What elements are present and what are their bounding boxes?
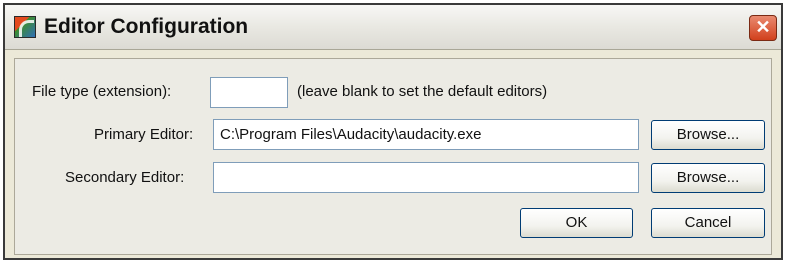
dialog-window: Editor Configuration ✕ File type (extens…	[3, 3, 783, 260]
file-type-input[interactable]	[210, 77, 288, 108]
file-type-hint: (leave blank to set the default editors)	[297, 83, 548, 100]
close-button[interactable]: ✕	[749, 15, 777, 41]
primary-editor-input[interactable]: C:\Program Files\Audacity\audacity.exe	[213, 119, 639, 150]
ok-button[interactable]: OK	[520, 208, 633, 238]
file-type-label: File type (extension):	[32, 83, 172, 100]
secondary-editor-label: Secondary Editor:	[65, 169, 185, 186]
title-bar[interactable]: Editor Configuration ✕	[5, 5, 781, 50]
browse-secondary-button[interactable]: Browse...	[651, 163, 765, 193]
primary-editor-label: Primary Editor:	[94, 126, 194, 143]
window-title: Editor Configuration	[44, 15, 249, 38]
browse-primary-button[interactable]: Browse...	[651, 120, 765, 150]
secondary-editor-input[interactable]	[213, 162, 639, 193]
dialog-body: File type (extension): (leave blank to s…	[14, 58, 772, 255]
cancel-button[interactable]: Cancel	[651, 208, 765, 238]
app-icon	[14, 16, 36, 38]
